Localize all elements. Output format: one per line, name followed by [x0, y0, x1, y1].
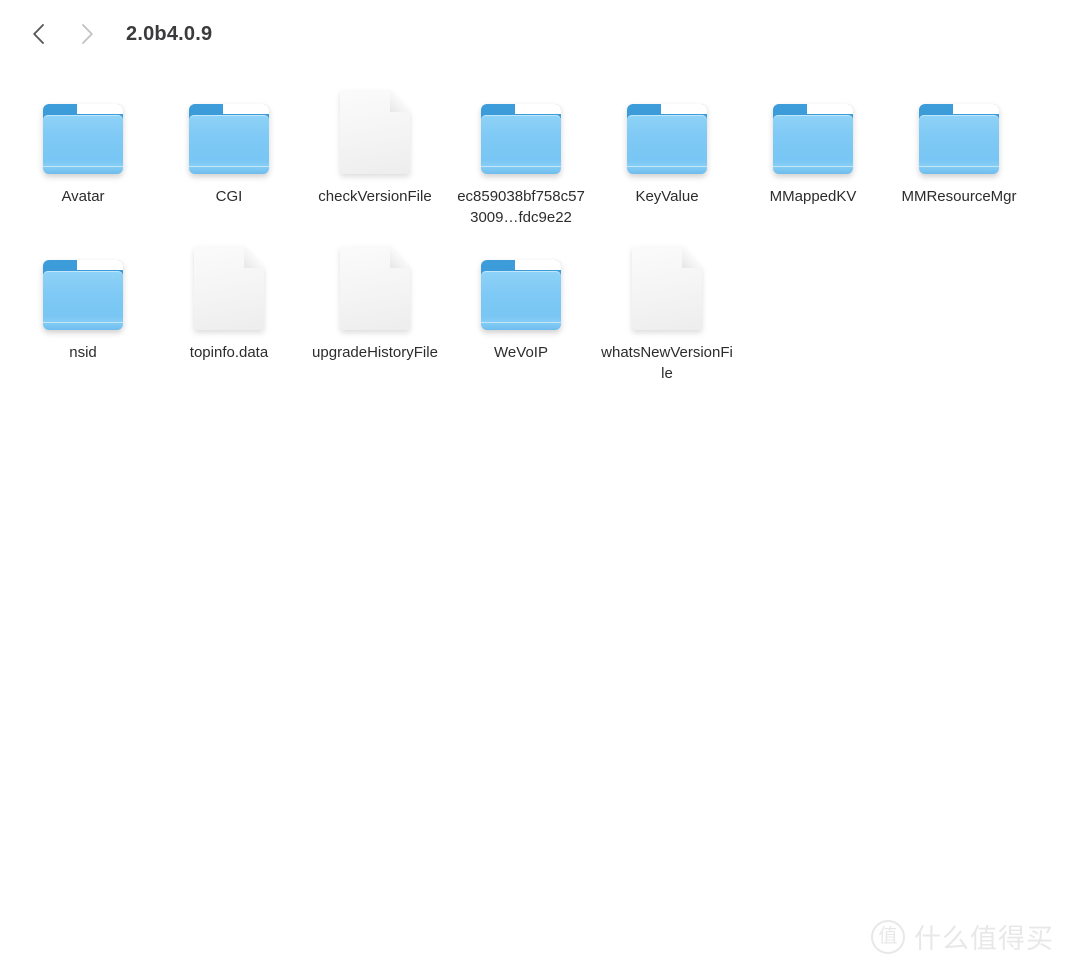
item-label: nsid	[69, 344, 97, 361]
watermark-badge-icon: 值	[871, 919, 905, 954]
icon-container	[181, 90, 277, 174]
folder-icon	[481, 104, 561, 174]
folder-icon	[919, 104, 999, 174]
icon-container	[327, 90, 423, 174]
file-icon-grid: Avatar CGI checkVersionFile ec859038bf75…	[10, 78, 1070, 390]
page-title: 2.0b4.0.9	[126, 22, 213, 45]
grid-item[interactable]: checkVersionFile	[302, 78, 448, 234]
chevron-right-icon	[79, 22, 95, 46]
item-label: checkVersionFile	[318, 188, 432, 205]
folder-icon	[43, 104, 123, 174]
icon-container	[327, 246, 423, 330]
folder-icon	[481, 260, 561, 330]
grid-item[interactable]: topinfo.data	[156, 234, 302, 390]
item-label: upgradeHistoryFile	[312, 344, 438, 361]
window-titlebar: 2.0b4.0.9	[0, 0, 1080, 68]
item-label: CGI	[215, 188, 243, 205]
item-label: topinfo.data	[189, 344, 269, 361]
watermark-text: 什么值得买	[914, 924, 1054, 954]
icon-container	[473, 246, 569, 330]
icon-container	[765, 90, 861, 174]
item-label: WeVoIP	[494, 344, 548, 361]
folder-icon	[189, 104, 269, 174]
folder-icon	[773, 104, 853, 174]
forward-button[interactable]	[70, 17, 104, 51]
item-label: KeyValue	[635, 188, 699, 205]
grid-item[interactable]: nsid	[10, 234, 156, 390]
item-label: MMappedKV	[769, 188, 857, 205]
icon-container	[181, 246, 277, 330]
chevron-left-icon	[31, 22, 47, 46]
document-icon	[632, 246, 702, 330]
item-label: whatsNewVersionFile	[601, 344, 733, 382]
icon-container	[35, 246, 131, 330]
item-label: Avatar	[61, 188, 105, 205]
grid-item[interactable]: MMResourceMgr	[886, 78, 1032, 234]
folder-icon	[43, 260, 123, 330]
grid-item[interactable]: KeyValue	[594, 78, 740, 234]
folder-icon	[627, 104, 707, 174]
grid-item[interactable]: CGI	[156, 78, 302, 234]
document-icon	[340, 246, 410, 330]
grid-item[interactable]: upgradeHistoryFile	[302, 234, 448, 390]
grid-item[interactable]: WeVoIP	[448, 234, 594, 390]
icon-container	[619, 90, 715, 174]
watermark: 值 什么值得买	[871, 917, 1054, 956]
document-icon	[194, 246, 264, 330]
grid-item[interactable]: ec859038bf758c573009…fdc9e22	[448, 78, 594, 234]
grid-item[interactable]: MMappedKV	[740, 78, 886, 234]
icon-container	[473, 90, 569, 174]
document-icon	[340, 90, 410, 174]
item-label: MMResourceMgr	[901, 188, 1017, 205]
icon-container	[35, 90, 131, 174]
item-label: ec859038bf758c573009…fdc9e22	[457, 188, 585, 226]
back-button[interactable]	[22, 17, 56, 51]
icon-container	[911, 90, 1007, 174]
grid-item[interactable]: Avatar	[10, 78, 156, 234]
grid-item[interactable]: whatsNewVersionFile	[594, 234, 740, 390]
icon-container	[619, 246, 715, 330]
